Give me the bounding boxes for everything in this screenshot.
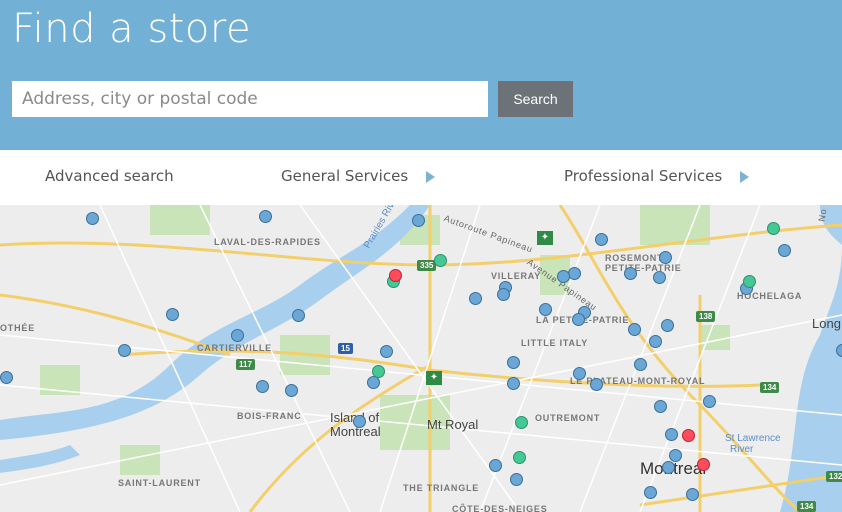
map-label-cartierville: CARTIERVILLE	[197, 343, 272, 353]
store-marker[interactable]	[653, 271, 666, 284]
map-label-villeray: VILLERAY	[491, 271, 542, 281]
store-marker[interactable]	[686, 488, 699, 501]
highway-shield: 138	[696, 311, 716, 322]
store-marker[interactable]	[649, 335, 662, 348]
store-marker[interactable]	[557, 270, 570, 283]
store-marker-red[interactable]	[389, 269, 402, 282]
store-marker[interactable]	[590, 378, 603, 391]
store-marker-green[interactable]	[767, 222, 780, 235]
store-marker[interactable]	[380, 345, 393, 358]
highway-shield: 15	[338, 343, 353, 354]
store-marker[interactable]	[778, 244, 791, 257]
map-label-river: River	[730, 444, 754, 455]
map-background	[0, 205, 842, 512]
store-marker[interactable]	[539, 303, 552, 316]
store-marker[interactable]	[118, 344, 131, 357]
advanced-search-label: Advanced search	[45, 167, 174, 185]
services-nav: Advanced search General Services Profess…	[0, 150, 842, 205]
store-marker[interactable]	[166, 308, 179, 321]
store-marker-red[interactable]	[697, 458, 710, 471]
map-label-othee: OTHÉE	[0, 323, 36, 333]
store-marker[interactable]	[412, 214, 425, 227]
store-marker-red[interactable]	[682, 429, 695, 442]
store-marker[interactable]	[86, 212, 99, 225]
store-marker-green[interactable]	[372, 365, 385, 378]
store-marker[interactable]	[507, 377, 520, 390]
store-marker[interactable]	[231, 329, 244, 342]
map-label-bois-franc: BOIS-FRANC	[237, 411, 302, 421]
highway-shield: 132	[826, 471, 842, 482]
page-title: Find a store	[12, 6, 252, 52]
map-label-saint-laurent: SAINT-LAURENT	[118, 478, 201, 488]
map-label-little-italy: LITTLE ITALY	[521, 338, 589, 348]
map-label-outremont: OUTREMONT	[535, 413, 601, 423]
general-services-label: General Services	[281, 167, 409, 185]
map-label-triangle: THE TRIANGLE	[403, 483, 480, 493]
store-marker[interactable]	[507, 356, 520, 369]
maple-leaf-icon: ✦	[426, 371, 442, 385]
store-marker[interactable]	[669, 449, 682, 462]
store-marker[interactable]	[0, 371, 13, 384]
advanced-search-link[interactable]: Advanced search	[45, 167, 174, 185]
store-marker[interactable]	[703, 395, 716, 408]
search-button[interactable]: Search	[498, 81, 573, 117]
search-input[interactable]	[12, 81, 488, 117]
play-arrow-icon	[740, 170, 750, 183]
store-marker[interactable]	[259, 210, 272, 223]
store-marker-green[interactable]	[515, 416, 528, 429]
store-marker[interactable]	[644, 486, 657, 499]
store-marker-green[interactable]	[434, 254, 447, 267]
store-marker[interactable]	[568, 267, 581, 280]
store-marker[interactable]	[836, 344, 842, 357]
store-marker[interactable]	[510, 473, 523, 486]
highway-shield: 134	[760, 382, 780, 393]
map-label-rosemont: ROSEMONT-	[605, 253, 667, 263]
store-marker[interactable]	[662, 461, 675, 474]
map-label-cote-des-neiges: CÔTE-DES-NEIGES	[452, 504, 548, 512]
store-marker[interactable]	[624, 267, 637, 280]
map-label-st-lawrence: St Lawrence	[725, 433, 781, 444]
store-marker[interactable]	[573, 367, 586, 380]
store-marker[interactable]	[661, 319, 674, 332]
map-label-mt-royal: Mt Royal	[427, 417, 479, 432]
store-marker[interactable]	[628, 323, 641, 336]
store-marker[interactable]	[595, 233, 608, 246]
store-marker[interactable]	[353, 415, 366, 428]
store-marker[interactable]	[572, 313, 585, 326]
store-marker[interactable]	[256, 380, 269, 393]
page-header: Find a store Search	[0, 0, 842, 150]
store-marker[interactable]	[665, 428, 678, 441]
store-map[interactable]: LAVAL-DES-RAPIDES CARTIERVILLE BOIS-FRAN…	[0, 205, 842, 512]
map-label-longueuil: Long	[812, 316, 841, 331]
highway-shield: 117	[236, 359, 255, 370]
store-marker[interactable]	[489, 459, 502, 472]
general-services-toggle[interactable]: General Services	[281, 167, 436, 185]
professional-services-toggle[interactable]: Professional Services	[564, 167, 750, 185]
store-marker[interactable]	[659, 251, 672, 264]
professional-services-label: Professional Services	[564, 167, 723, 185]
play-arrow-icon	[426, 170, 436, 183]
store-marker-green[interactable]	[743, 275, 756, 288]
map-label-petite-patrie: PETITE-PATRIE	[605, 263, 682, 273]
maple-leaf-icon: ✦	[537, 231, 553, 245]
store-marker[interactable]	[654, 400, 667, 413]
store-marker[interactable]	[634, 358, 647, 371]
store-marker[interactable]	[497, 288, 510, 301]
highway-shield: 134	[797, 501, 817, 512]
store-marker[interactable]	[469, 292, 482, 305]
map-label-laval: LAVAL-DES-RAPIDES	[214, 237, 321, 247]
store-marker[interactable]	[292, 309, 305, 322]
store-marker[interactable]	[285, 384, 298, 397]
store-marker-green[interactable]	[513, 451, 526, 464]
